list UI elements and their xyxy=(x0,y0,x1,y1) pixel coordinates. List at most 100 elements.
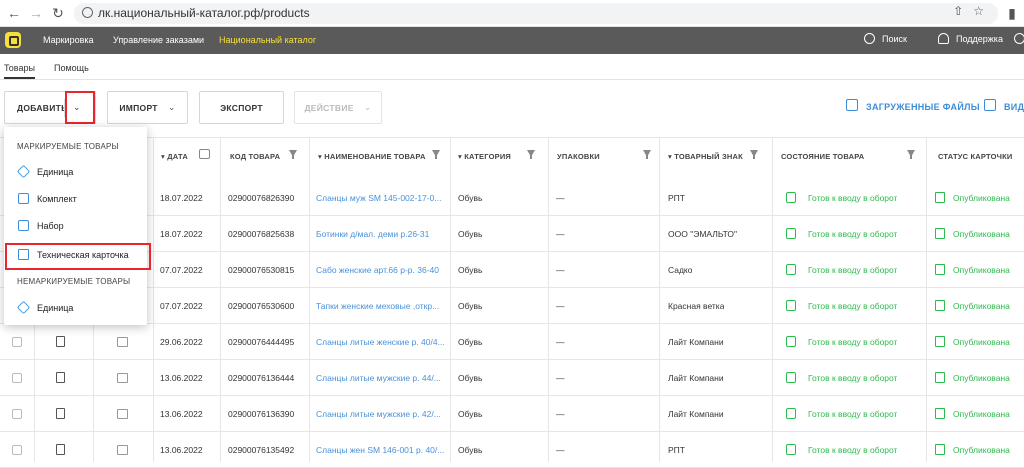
cell-package: — xyxy=(556,337,565,347)
col-divider xyxy=(659,137,660,462)
edit-icon[interactable] xyxy=(117,373,128,383)
filter-icon[interactable] xyxy=(432,150,440,159)
share-star-icons[interactable]: ⇧☆ xyxy=(953,4,994,18)
dd-item-label: Комплект xyxy=(37,194,77,204)
cell-state: Готов к вводу в оборот xyxy=(808,373,898,383)
th-card-status[interactable]: СТАТУС КАРТОЧКИ xyxy=(938,152,1013,161)
cell-code: 02900076136390 xyxy=(228,409,295,419)
upload-files-icon[interactable] xyxy=(846,99,858,111)
th-code[interactable]: КОД ТОВАРА xyxy=(230,152,280,161)
extensions-icon[interactable]: ▮ xyxy=(1004,5,1020,21)
tab-help[interactable]: Помощь xyxy=(54,63,89,73)
row-checkbox[interactable] xyxy=(12,373,22,383)
filter-icon[interactable] xyxy=(643,150,651,159)
cell-name[interactable]: Сланцы жен SM 146-001 р. 40/... xyxy=(316,445,444,455)
cell-brand: РПТ xyxy=(668,445,685,455)
card-type-icon xyxy=(56,408,65,419)
row-divider xyxy=(0,431,1024,432)
th-name[interactable]: ▾ НАИМЕНОВАНИЕ ТОВАРА xyxy=(318,152,426,161)
view-link[interactable]: ВИД xyxy=(1004,102,1024,112)
search-icon[interactable] xyxy=(864,33,875,44)
cell-category: Обувь xyxy=(458,373,483,383)
action-button[interactable]: ДЕЙСТВИЕ ⌄ xyxy=(294,91,382,124)
product-ready-icon xyxy=(786,336,796,347)
cell-state: Готов к вводу в оборот xyxy=(808,265,898,275)
topnav-catalog[interactable]: Национальный каталог xyxy=(219,35,316,45)
headset-icon[interactable] xyxy=(938,33,949,44)
view-icon[interactable] xyxy=(984,99,996,111)
product-ready-icon xyxy=(786,264,796,275)
product-ready-icon xyxy=(786,408,796,419)
cell-card-status: Опубликована xyxy=(953,445,1010,455)
cell-category: Обувь xyxy=(458,409,483,419)
calendar-icon[interactable] xyxy=(199,149,210,159)
row-divider xyxy=(0,215,1024,216)
user-icon[interactable] xyxy=(1014,33,1024,44)
edit-icon[interactable] xyxy=(117,337,128,347)
th-category[interactable]: ▾ КАТЕГОРИЯ xyxy=(458,152,511,161)
dd-item-unit-unmarked[interactable]: Единица xyxy=(4,296,147,320)
row-checkbox[interactable] xyxy=(12,337,22,347)
cell-name[interactable]: Сланцы литые женские р. 40/4... xyxy=(316,337,444,347)
reload-icon[interactable]: ↻ xyxy=(50,5,66,21)
uploaded-files-link[interactable]: ЗАГРУЖЕННЫЕ ФАЙЛЫ xyxy=(866,102,980,112)
cell-name[interactable]: Сланцы литые мужские р. 42/... xyxy=(316,409,444,419)
th-date[interactable]: ▾ ДАТА xyxy=(161,152,188,161)
filter-icon[interactable] xyxy=(750,150,758,159)
th-state[interactable]: СОСТОЯНИЕ ТОВАРА xyxy=(781,152,864,161)
published-icon xyxy=(935,444,945,455)
tab-products[interactable]: Товары xyxy=(4,63,35,79)
cell-package: — xyxy=(556,301,565,311)
search-link[interactable]: Поиск xyxy=(882,34,907,44)
address-bar[interactable]: лк.национальный-каталог.рф/products ⇧☆ xyxy=(74,3,998,24)
filter-icon[interactable] xyxy=(289,150,297,159)
cell-brand: Лайт Компани xyxy=(668,337,724,347)
action-button-label: ДЕЙСТВИЕ xyxy=(304,102,354,113)
highlight-box-tech-card xyxy=(5,243,151,270)
th-brand[interactable]: ▾ ТОВАРНЫЙ ЗНАК xyxy=(668,152,743,161)
cell-name[interactable]: Сабо женские арт.66 р-р. 36-40 xyxy=(316,265,444,275)
row-checkbox[interactable] xyxy=(12,409,22,419)
cell-date: 13.06.2022 xyxy=(160,409,203,419)
edit-icon[interactable] xyxy=(117,445,128,455)
cell-code: 02900076530600 xyxy=(228,301,295,311)
cell-date: 29.06.2022 xyxy=(160,337,203,347)
topnav-orders[interactable]: Управление заказами xyxy=(113,35,204,45)
forward-icon[interactable]: → xyxy=(28,5,44,21)
export-button[interactable]: ЭКСПОРТ xyxy=(199,91,284,124)
app-topbar: Маркировка Управление заказами Националь… xyxy=(0,27,1024,54)
dd-item-kit[interactable]: Комплект xyxy=(4,187,147,211)
cell-code: 02900076825638 xyxy=(228,229,295,239)
cell-brand: РПТ xyxy=(668,193,685,203)
logo-icon[interactable] xyxy=(5,32,21,48)
filter-icon[interactable] xyxy=(527,150,535,159)
dd-item-label: Единица xyxy=(37,167,74,177)
topnav-markirovka[interactable]: Маркировка xyxy=(43,35,94,45)
row-divider xyxy=(0,359,1024,360)
cell-name[interactable]: Тапки женские меховые ,откр... xyxy=(316,301,444,311)
cell-name[interactable]: Сланцы литые мужские р. 44/... xyxy=(316,373,444,383)
th-package[interactable]: УПАКОВКИ xyxy=(557,152,600,161)
edit-icon[interactable] xyxy=(117,409,128,419)
cell-card-status: Опубликована xyxy=(953,409,1010,419)
chevron-down-icon: ⌄ xyxy=(167,102,176,112)
dd-section-unmarked: НЕМАРКИРУЕМЫЕ ТОВАРЫ xyxy=(17,277,131,286)
cell-card-status: Опубликована xyxy=(953,337,1010,347)
cell-date: 07.07.2022 xyxy=(160,265,203,275)
cube-icon xyxy=(16,300,31,315)
cell-state: Готов к вводу в оборот xyxy=(808,193,898,203)
dd-item-unit[interactable]: Единица xyxy=(4,160,147,184)
row-checkbox[interactable] xyxy=(12,445,22,455)
cell-category: Обувь xyxy=(458,337,483,347)
back-icon[interactable]: ← xyxy=(6,5,22,21)
import-button[interactable]: ИМПОРТ ⌄ xyxy=(107,91,188,124)
filter-icon[interactable] xyxy=(907,150,915,159)
cube-icon xyxy=(16,164,31,179)
cell-name[interactable]: Ботинки д/мал. деми р.26-31 xyxy=(316,229,444,239)
cell-card-status: Опубликована xyxy=(953,373,1010,383)
dd-item-set[interactable]: Набор xyxy=(4,214,147,238)
add-button-label: ДОБАВИТЬ xyxy=(17,102,68,113)
cell-code: 02900076136444 xyxy=(228,373,295,383)
cell-name[interactable]: Сланцы муж SM 145-002-17-0... xyxy=(316,193,444,203)
support-link[interactable]: Поддержка xyxy=(956,34,1003,44)
